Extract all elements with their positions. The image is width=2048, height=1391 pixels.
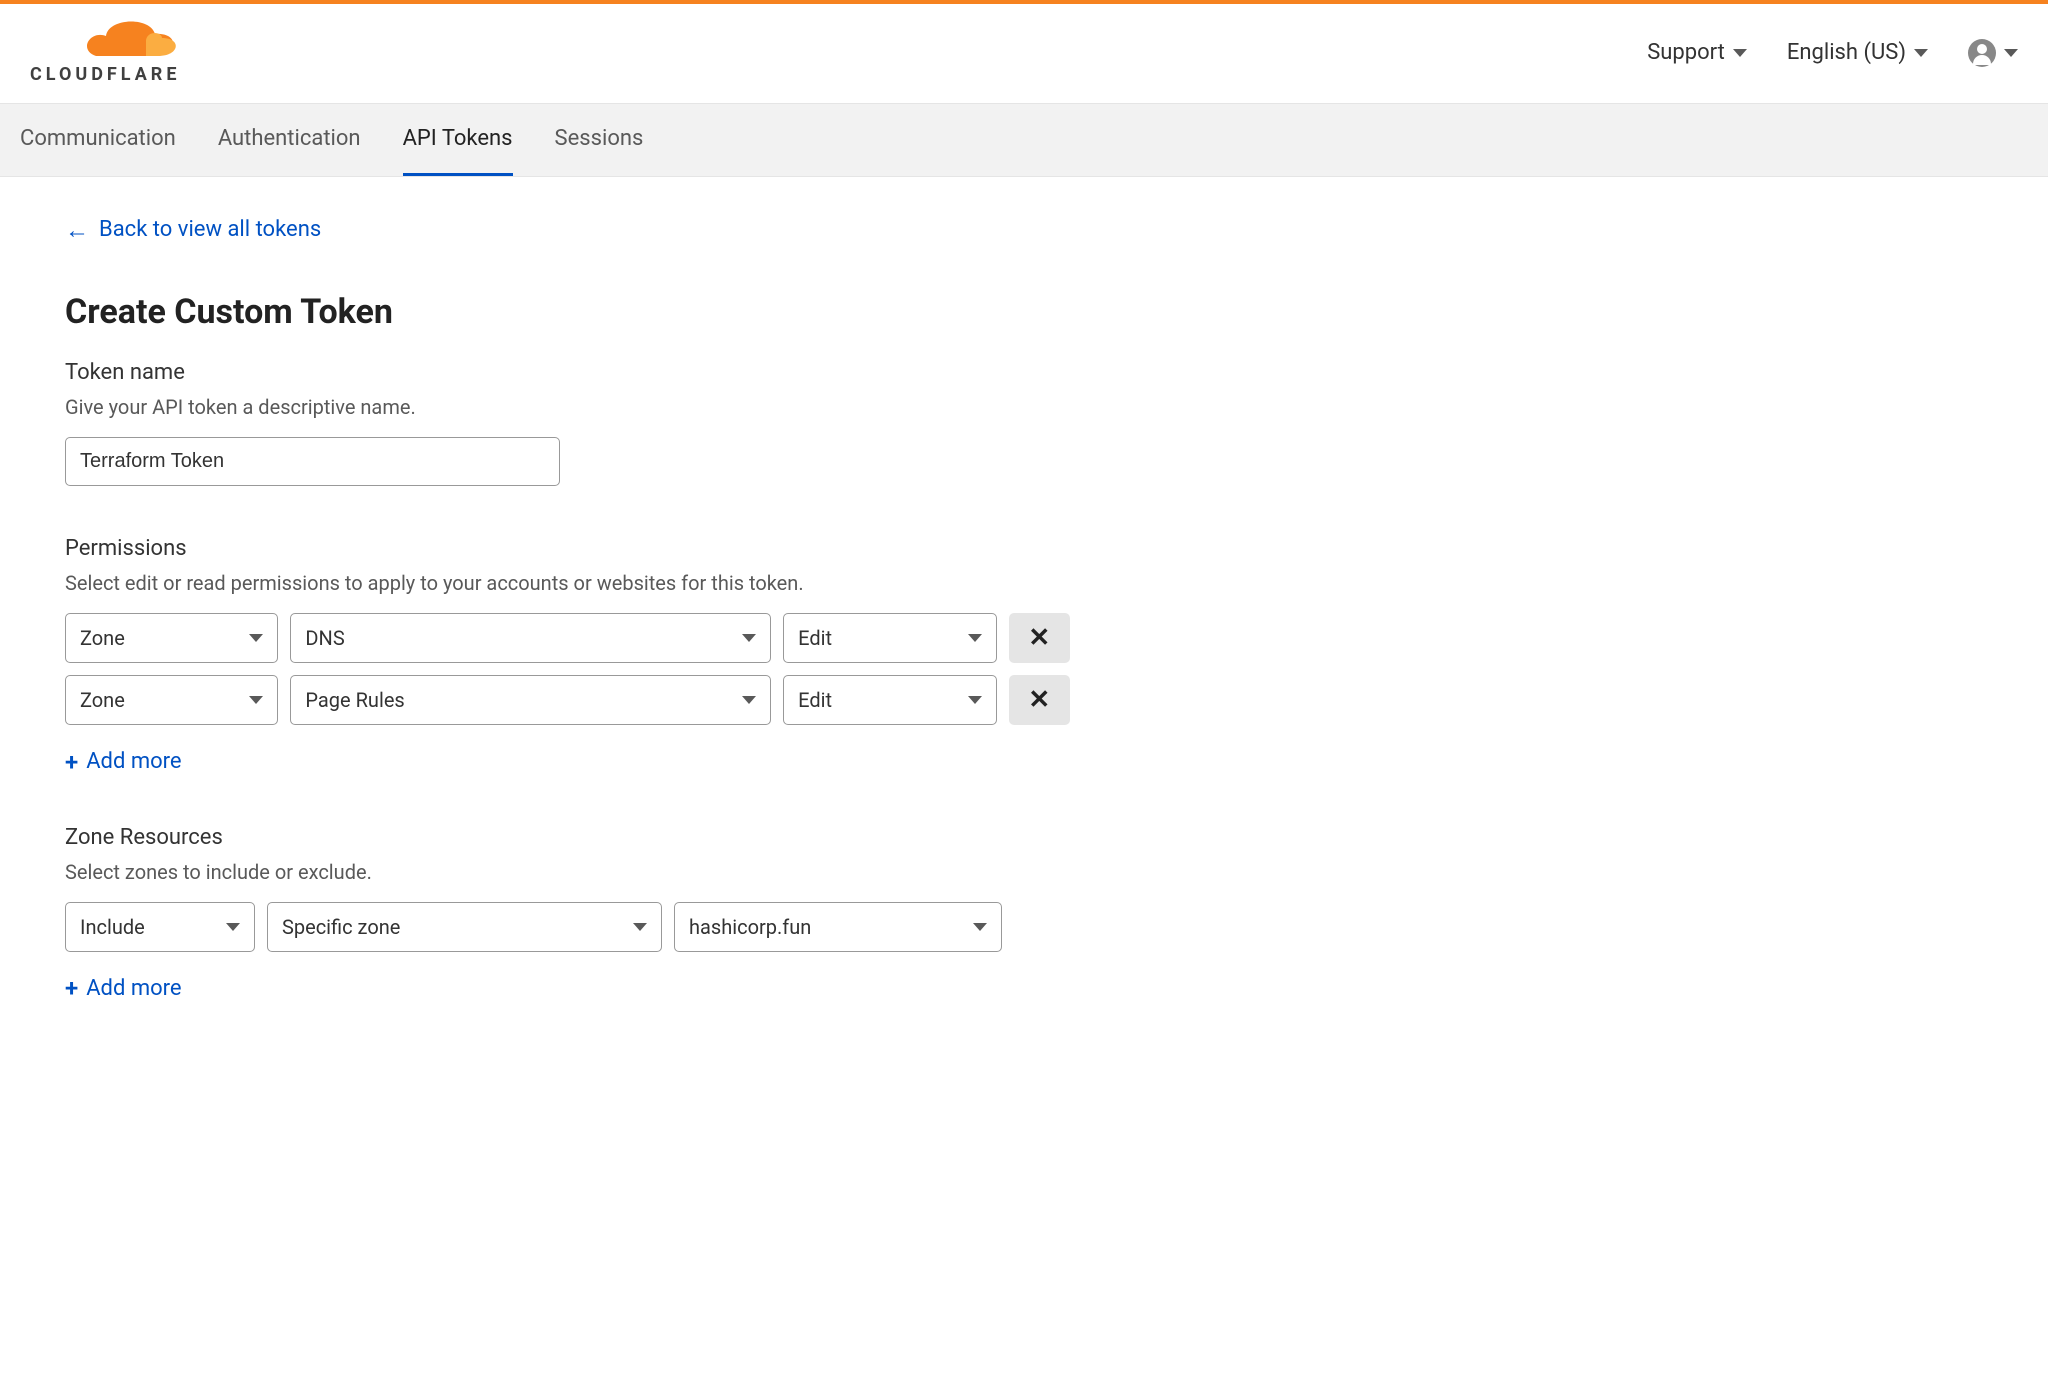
close-icon: ✕ [1028, 623, 1050, 653]
user-icon [1968, 39, 1996, 67]
caret-down-icon [2004, 49, 2018, 57]
token-name-input[interactable] [65, 437, 560, 486]
permissions-section: Permissions Select edit or read permissi… [65, 536, 1070, 775]
permission-level-value: Edit [798, 688, 832, 712]
permissions-label: Permissions [65, 536, 1070, 561]
zone-scope-value: Specific zone [282, 915, 400, 939]
zone-scope-select[interactable]: Specific zone [267, 902, 662, 952]
caret-down-icon [742, 696, 756, 704]
zone-resources-label: Zone Resources [65, 825, 1070, 850]
plus-icon: + [65, 750, 78, 774]
zone-value-select[interactable]: hashicorp.fun [674, 902, 1002, 952]
remove-permission-button[interactable]: ✕ [1009, 675, 1070, 725]
permission-scope-value: Zone [80, 626, 125, 650]
tabs: Communication Authentication API Tokens … [20, 104, 2028, 176]
language-dropdown[interactable]: English (US) [1787, 40, 1928, 65]
zone-mode-value: Include [80, 915, 145, 939]
permission-scope-select[interactable]: Zone [65, 675, 278, 725]
caret-down-icon [1733, 49, 1747, 57]
token-name-section: Token name Give your API token a descrip… [65, 360, 1070, 486]
permission-resource-value: Page Rules [305, 688, 404, 712]
zone-resource-row: Include Specific zone hashicorp.fun [65, 902, 1070, 952]
permission-scope-select[interactable]: Zone [65, 613, 278, 663]
tabs-bar: Communication Authentication API Tokens … [0, 104, 2048, 177]
caret-down-icon [973, 923, 987, 931]
add-zone-resource-label: Add more [86, 976, 181, 1001]
permission-scope-value: Zone [80, 688, 125, 712]
cloudflare-cloud-icon [30, 20, 190, 62]
plus-icon: + [65, 976, 78, 1000]
remove-permission-button[interactable]: ✕ [1009, 613, 1070, 663]
caret-down-icon [742, 634, 756, 642]
tab-api-tokens[interactable]: API Tokens [403, 104, 513, 176]
caret-down-icon [633, 923, 647, 931]
caret-down-icon [226, 923, 240, 931]
account-dropdown[interactable] [1968, 39, 2018, 67]
logo[interactable]: CLOUDFLARE [30, 20, 190, 85]
tab-communication[interactable]: Communication [20, 104, 176, 176]
back-link[interactable]: ← Back to view all tokens [65, 217, 321, 242]
caret-down-icon [968, 634, 982, 642]
tab-sessions[interactable]: Sessions [555, 104, 644, 176]
caret-down-icon [249, 634, 263, 642]
header: CLOUDFLARE Support English (US) [0, 4, 2048, 104]
close-icon: ✕ [1028, 685, 1050, 715]
brand-name: CLOUDFLARE [30, 64, 180, 85]
tab-authentication[interactable]: Authentication [218, 104, 361, 176]
language-label: English (US) [1787, 40, 1906, 65]
zone-mode-select[interactable]: Include [65, 902, 255, 952]
permissions-help: Select edit or read permissions to apply… [65, 571, 1070, 595]
zone-value-value: hashicorp.fun [689, 915, 811, 939]
add-permission-button[interactable]: + Add more [65, 749, 182, 774]
zone-resources-help: Select zones to include or exclude. [65, 860, 1070, 884]
page-title: Create Custom Token [65, 292, 1070, 332]
zone-resources-section: Zone Resources Select zones to include o… [65, 825, 1070, 1002]
permission-row: Zone DNS Edit ✕ [65, 613, 1070, 663]
content: ← Back to view all tokens Create Custom … [0, 177, 1100, 1091]
permission-row: Zone Page Rules Edit ✕ [65, 675, 1070, 725]
token-name-help: Give your API token a descriptive name. [65, 395, 1070, 419]
header-right: Support English (US) [1647, 39, 2018, 67]
permission-level-select[interactable]: Edit [783, 613, 996, 663]
support-label: Support [1647, 40, 1725, 65]
add-zone-resource-button[interactable]: + Add more [65, 976, 182, 1001]
token-name-label: Token name [65, 360, 1070, 385]
caret-down-icon [249, 696, 263, 704]
arrow-left-icon: ← [65, 218, 89, 242]
caret-down-icon [968, 696, 982, 704]
add-permission-label: Add more [86, 749, 181, 774]
permission-level-select[interactable]: Edit [783, 675, 996, 725]
back-link-label: Back to view all tokens [99, 217, 321, 242]
permission-resource-value: DNS [305, 626, 344, 650]
permission-level-value: Edit [798, 626, 832, 650]
permission-resource-select[interactable]: Page Rules [290, 675, 771, 725]
caret-down-icon [1914, 49, 1928, 57]
support-dropdown[interactable]: Support [1647, 40, 1747, 65]
permission-resource-select[interactable]: DNS [290, 613, 771, 663]
